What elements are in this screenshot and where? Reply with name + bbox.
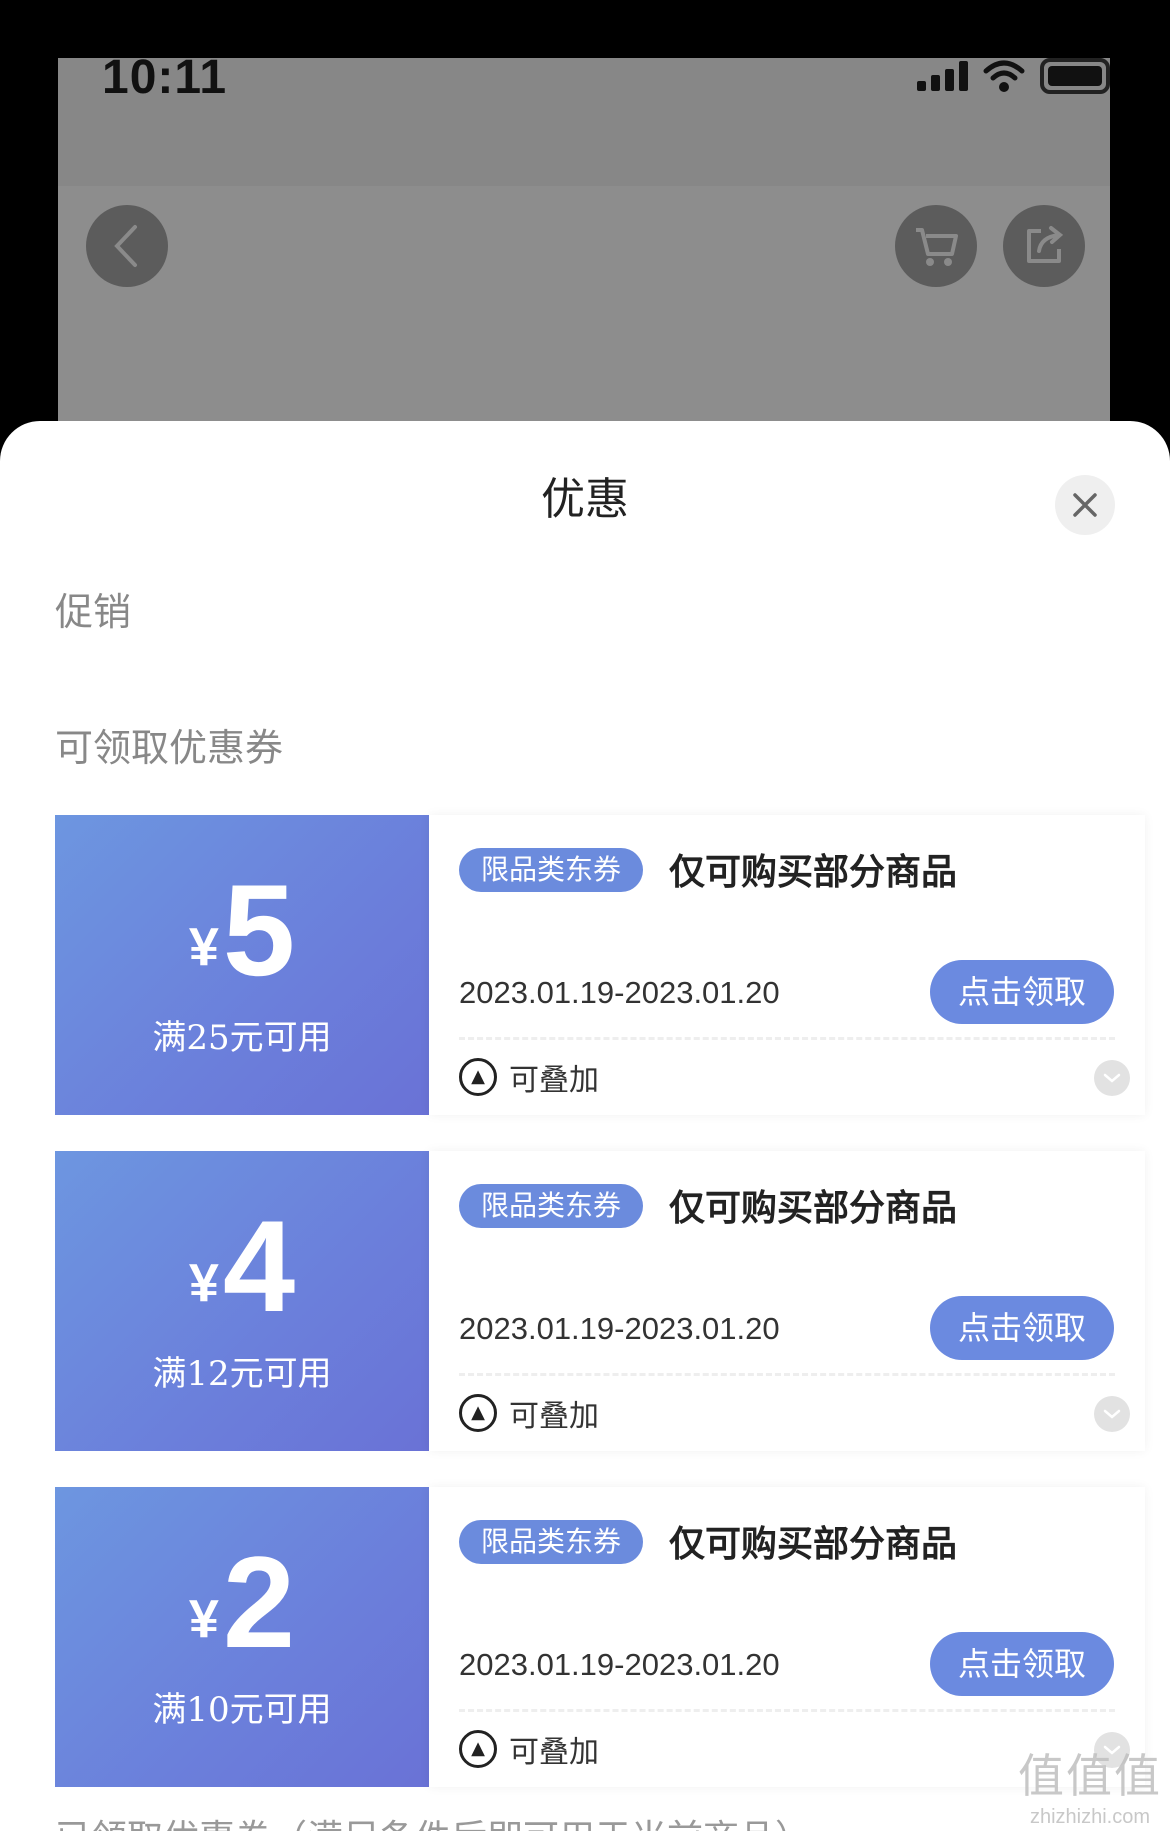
stack-icon: ▲ (459, 1394, 497, 1432)
section-coupons-label: 可领取优惠券 (55, 726, 284, 770)
stack-label: 可叠加 (509, 1063, 599, 1098)
coupon-condition: 满10元可用 (152, 1690, 332, 1730)
stack-label: 可叠加 (509, 1735, 599, 1770)
coupon-condition: 满25元可用 (152, 1018, 332, 1058)
close-icon (1073, 493, 1097, 517)
coupon-amount-value: 5 (222, 857, 296, 1003)
status-icons (917, 58, 1110, 94)
coupon-value-panel: ¥5 满25元可用 (49, 815, 429, 1115)
coupon-description: 仅可购买部分商品 (669, 852, 958, 893)
battery-icon (1040, 58, 1110, 94)
coupon-value-panel: ¥2 满10元可用 (49, 1487, 429, 1787)
claimed-coupons-label: 已领取优惠券（满足条件后即可用于当前商品） (55, 1809, 811, 1831)
coupon-value-panel: ¥4 满12元可用 (49, 1151, 429, 1451)
stack-icon: ▲ (459, 1730, 497, 1768)
coupon-condition: 满12元可用 (152, 1354, 332, 1394)
watermark-main: 值值值 (1018, 1750, 1162, 1802)
coupon-amount: ¥4 (55, 1201, 429, 1331)
coupon-description: 仅可购买部分商品 (669, 1524, 958, 1565)
stack-icon: ▲ (459, 1058, 497, 1096)
currency-symbol: ¥ (188, 1253, 219, 1313)
stack-label: 可叠加 (509, 1399, 599, 1434)
claim-button[interactable]: 点击领取 (930, 1296, 1114, 1360)
chevron-down-icon[interactable] (1094, 1060, 1130, 1096)
currency-symbol: ¥ (188, 917, 219, 977)
coupon-description: 仅可购买部分商品 (669, 1188, 958, 1229)
coupon-amount: ¥5 (55, 865, 429, 995)
cart-icon (916, 228, 958, 266)
coupon-card: ¥2 满10元可用 限品类东券 仅可购买部分商品 2023.01.19-2023… (49, 1487, 1145, 1787)
discount-sheet: 优惠 促销 可领取优惠券 ¥5 满25元可用 限品类东券 仅可购买部分商品 20… (0, 421, 1170, 1831)
coupon-detail-panel: 限品类东券 仅可购买部分商品 2023.01.19-2023.01.20 点击领… (429, 1151, 1145, 1451)
coupon-amount-value: 4 (222, 1193, 296, 1339)
status-time: 10:11 (102, 58, 228, 104)
coupon-dates: 2023.01.19-2023.01.20 (459, 1647, 780, 1682)
currency-symbol: ¥ (188, 1589, 219, 1649)
coupon-card: ¥4 满12元可用 限品类东券 仅可购买部分商品 2023.01.19-2023… (49, 1151, 1145, 1451)
wifi-icon (983, 60, 1025, 92)
coupon-dates: 2023.01.19-2023.01.20 (459, 1311, 780, 1346)
coupon-tag: 限品类东券 (459, 1184, 644, 1228)
chevron-down-icon[interactable] (1094, 1396, 1130, 1432)
coupon-tag: 限品类东券 (459, 848, 644, 892)
section-promo-label: 促销 (55, 590, 132, 634)
coupon-amount: ¥2 (55, 1537, 429, 1667)
coupon-card: ¥5 满25元可用 限品类东券 仅可购买部分商品 2023.01.19-2023… (49, 815, 1145, 1115)
coupon-amount-value: 2 (222, 1529, 296, 1675)
watermark-sub: zhizhizhi.com (1029, 1806, 1151, 1828)
sheet-title: 优惠 (541, 474, 629, 525)
coupon-dates: 2023.01.19-2023.01.20 (459, 975, 780, 1010)
divider (459, 1037, 1115, 1040)
back-button[interactable] (86, 205, 168, 287)
divider (459, 1709, 1115, 1712)
share-button[interactable] (1003, 205, 1085, 287)
coupon-detail-panel: 限品类东券 仅可购买部分商品 2023.01.19-2023.01.20 点击领… (429, 815, 1145, 1115)
share-icon (1027, 226, 1064, 263)
divider (459, 1373, 1115, 1376)
claim-button[interactable]: 点击领取 (930, 1632, 1114, 1696)
close-button[interactable] (1055, 475, 1115, 535)
claim-button[interactable]: 点击领取 (930, 960, 1114, 1024)
signal-icon (917, 61, 968, 91)
coupon-tag: 限品类东券 (459, 1520, 644, 1564)
background-page: 10:11 (58, 58, 1110, 438)
cart-button[interactable] (895, 205, 977, 287)
status-bar: 10:11 (58, 58, 1110, 186)
back-arrow-icon (114, 225, 137, 267)
watermark: 值值值 zhizhizhi.com (1018, 1740, 1162, 1829)
